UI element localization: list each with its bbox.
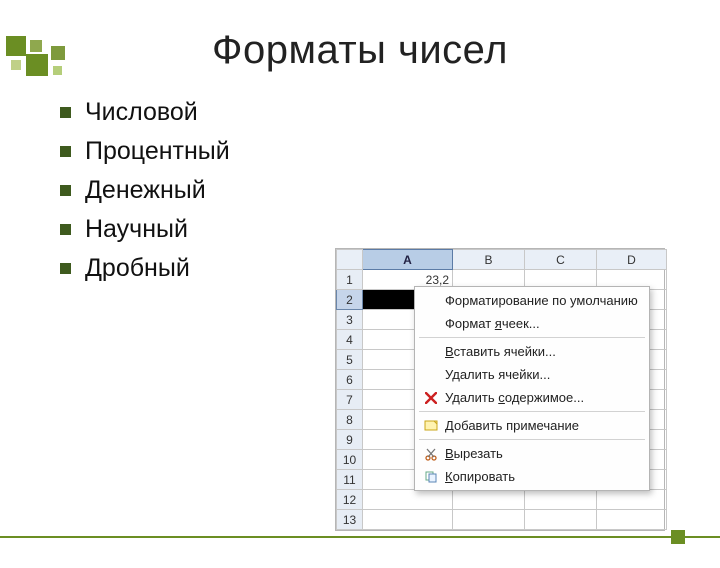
column-header-row: A B C D [337,250,667,270]
menu-item-label: Удалить ячейки... [445,367,550,382]
column-header[interactable]: A [363,250,453,270]
row-header[interactable]: 2 [337,290,363,310]
bullet-text: Дробный [85,254,190,283]
row-header[interactable]: 6 [337,370,363,390]
bullet-marker-icon [60,107,71,118]
menu-item-label: Вырезать [445,446,503,461]
context-menu: Форматирование по умолчанию Формат ячеек… [414,286,650,491]
row-header[interactable]: 8 [337,410,363,430]
menu-separator [419,439,645,440]
footer-divider [0,536,720,538]
row-header[interactable]: 10 [337,450,363,470]
menu-item-label: Вставить ячейки... [445,344,556,359]
menu-item-label: Формат ячеек... [445,316,540,331]
bullet-marker-icon [60,185,71,196]
row-header[interactable]: 5 [337,350,363,370]
menu-item-delete-contents[interactable]: Удалить содержимое... [415,386,649,409]
note-icon [421,418,441,434]
row-header[interactable]: 13 [337,510,363,530]
row-header[interactable]: 1 [337,270,363,290]
list-item: Научный [60,215,720,244]
row-header[interactable]: 7 [337,390,363,410]
row-header[interactable]: 11 [337,470,363,490]
menu-separator [419,337,645,338]
row-header[interactable]: 3 [337,310,363,330]
row-header[interactable]: 12 [337,490,363,510]
menu-item-default-format[interactable]: Форматирование по умолчанию [415,289,649,312]
bullet-marker-icon [60,224,71,235]
menu-item-copy[interactable]: Копировать [415,465,649,488]
corner-cell[interactable] [337,250,363,270]
cut-icon [421,446,441,462]
bullet-text: Денежный [85,176,206,205]
row-header[interactable]: 9 [337,430,363,450]
column-header[interactable]: B [453,250,525,270]
footer-square-icon [671,530,685,544]
blank-icon [421,344,441,360]
bullet-text: Научный [85,215,188,244]
menu-item-delete-cells[interactable]: Удалить ячейки... [415,363,649,386]
blank-icon [421,316,441,332]
menu-item-insert-cells[interactable]: Вставить ячейки... [415,340,649,363]
bullet-text: Числовой [85,98,198,127]
column-header[interactable]: D [597,250,667,270]
menu-item-label: Форматирование по умолчанию [445,293,638,308]
menu-separator [419,411,645,412]
bullet-marker-icon [60,146,71,157]
menu-item-format-cells[interactable]: Формат ячеек... [415,312,649,335]
menu-item-label: Копировать [445,469,515,484]
bullet-text: Процентный [85,137,230,166]
slide-decoration [6,36,146,91]
blank-icon [421,293,441,309]
list-item: Денежный [60,176,720,205]
menu-item-cut[interactable]: Вырезать [415,442,649,465]
menu-item-label: Добавить примечание [445,418,579,433]
menu-item-add-comment[interactable]: Добавить примечание [415,414,649,437]
column-header[interactable]: C [525,250,597,270]
copy-icon [421,469,441,485]
bullet-marker-icon [60,263,71,274]
row-header[interactable]: 4 [337,330,363,350]
menu-item-label: Удалить содержимое... [445,390,584,405]
list-item: Процентный [60,137,720,166]
x-red-icon [421,390,441,406]
list-item: Числовой [60,98,720,127]
blank-icon [421,367,441,383]
